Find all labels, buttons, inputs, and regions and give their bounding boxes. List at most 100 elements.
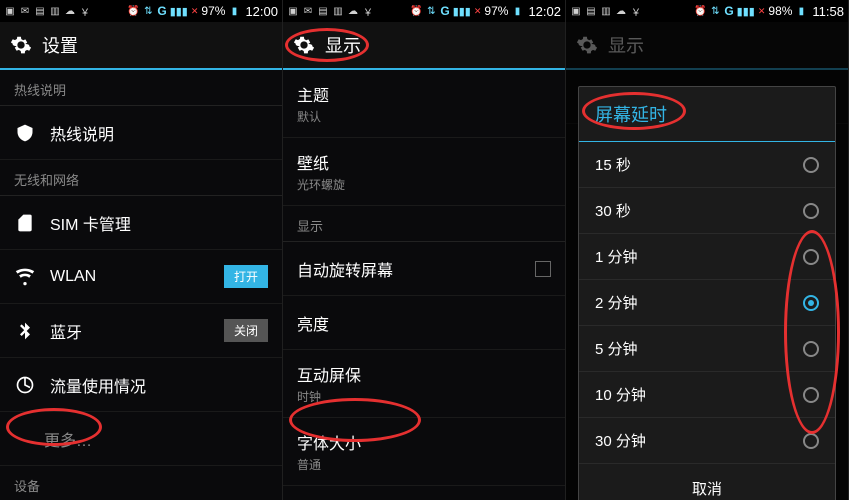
wifi-icon xyxy=(14,266,36,288)
alarm-icon: ⏰ xyxy=(127,5,139,17)
row-label: 互动屏保 xyxy=(297,362,551,386)
row-auto-rotate[interactable]: 自动旋转屏幕 xyxy=(283,242,565,296)
settings-gear-icon xyxy=(293,34,315,56)
title-bar: 显示 xyxy=(283,22,565,70)
cloud-icon: ☁ xyxy=(615,5,627,17)
row-sub: 光环螺旋 xyxy=(297,176,551,193)
row-sim[interactable]: SIM 卡管理 xyxy=(0,196,282,250)
yen-icon: ￥ xyxy=(362,5,374,17)
clock: 12:00 xyxy=(245,4,278,19)
wlan-toggle[interactable]: 打开 xyxy=(224,265,268,288)
clock: 11:58 xyxy=(812,4,844,19)
radio-icon xyxy=(803,433,819,449)
network-type: G xyxy=(440,4,449,18)
row-wallpaper[interactable]: 壁纸 光环螺旋 xyxy=(283,138,565,206)
option-2m[interactable]: 2 分钟 xyxy=(579,280,835,326)
option-30s[interactable]: 30 秒 xyxy=(579,188,835,234)
radio-icon xyxy=(803,341,819,357)
wechat-icon: ▣ xyxy=(4,5,16,17)
notif-icon: ▤ xyxy=(34,5,46,17)
row-sub: 默认 xyxy=(297,108,551,125)
signal-icon: ▮▮▮ xyxy=(170,5,188,18)
status-bar: ▣ ✉ ▤ ▥ ☁ ￥ ⏰ ⇅ G ▮▮▮ ✕ 97% ▮ 12:02 xyxy=(283,0,565,22)
bluetooth-icon xyxy=(14,320,36,342)
row-wlan[interactable]: WLAN 打开 xyxy=(0,250,282,304)
notif-icon: ▤ xyxy=(585,5,597,17)
timeout-dialog: 屏幕延时 15 秒 30 秒 1 分钟 2 分钟 5 分钟 10 分钟 30 分… xyxy=(578,86,836,500)
battery-percent: 97% xyxy=(201,4,225,18)
cancel-button[interactable]: 取消 xyxy=(579,464,835,500)
settings-gear-icon xyxy=(10,34,32,56)
page-title: 设置 xyxy=(42,32,78,58)
radio-icon xyxy=(803,295,819,311)
notif-icon-2: ▥ xyxy=(49,5,61,17)
row-label: 亮度 xyxy=(297,311,551,335)
wifi-status-icon: ⇅ xyxy=(709,5,721,17)
option-label: 2 分钟 xyxy=(595,292,638,313)
row-font-size[interactable]: 字体大小 普通 xyxy=(283,418,565,486)
row-label: 蓝牙 xyxy=(50,319,224,343)
row-label: 字体大小 xyxy=(297,430,551,454)
option-label: 30 分钟 xyxy=(595,430,646,451)
option-1m[interactable]: 1 分钟 xyxy=(579,234,835,280)
row-bluetooth[interactable]: 蓝牙 关闭 xyxy=(0,304,282,358)
row-label: 主题 xyxy=(297,82,551,106)
battery-percent: 97% xyxy=(484,4,508,18)
clock: 12:02 xyxy=(528,4,561,19)
battery-icon: ▮ xyxy=(795,5,807,17)
row-brightness[interactable]: 亮度 xyxy=(283,296,565,350)
yen-icon: ￥ xyxy=(630,5,642,17)
section-header-hotline: 热线说明 xyxy=(0,70,282,106)
signal-icon: ▮▮▮ xyxy=(453,5,471,18)
row-label: 流量使用情况 xyxy=(50,373,268,397)
title-bar: 设置 xyxy=(0,22,282,70)
screen-timeout-dialog: ▣ ▤ ▥ ☁ ￥ ⏰ ⇅ G ▮▮▮ ✕ 98% ▮ 11:58 显示 亮度 … xyxy=(566,0,849,500)
auto-rotate-checkbox[interactable] xyxy=(535,261,551,277)
row-screen-timeout[interactable]: 屏幕延时 无操作 2 分钟后 xyxy=(283,486,565,500)
wechat-icon: ▣ xyxy=(570,5,582,17)
status-bar: ▣ ▤ ▥ ☁ ￥ ⏰ ⇅ G ▮▮▮ ✕ 98% ▮ 11:58 xyxy=(566,0,848,22)
notif-icon-2: ▥ xyxy=(600,5,612,17)
option-15s[interactable]: 15 秒 xyxy=(579,142,835,188)
option-30m[interactable]: 30 分钟 xyxy=(579,418,835,464)
signal-x-icon: ✕ xyxy=(191,6,199,17)
signal-x-icon: ✕ xyxy=(758,6,766,17)
radio-icon xyxy=(803,157,819,173)
msg-icon: ✉ xyxy=(19,5,31,17)
row-data-usage[interactable]: 流量使用情况 xyxy=(0,358,282,412)
section-header-display: 显示 xyxy=(283,206,565,242)
bluetooth-toggle[interactable]: 关闭 xyxy=(224,319,268,342)
signal-x-icon: ✕ xyxy=(474,6,482,17)
alarm-icon: ⏰ xyxy=(410,5,422,17)
msg-icon: ✉ xyxy=(302,5,314,17)
data-usage-icon xyxy=(14,374,36,396)
network-type: G xyxy=(157,4,166,18)
cloud-icon: ☁ xyxy=(347,5,359,17)
page-title: 显示 xyxy=(325,32,361,58)
row-more[interactable]: 更多… xyxy=(0,412,282,466)
row-daydream[interactable]: 互动屏保 时钟 xyxy=(283,350,565,418)
option-10m[interactable]: 10 分钟 xyxy=(579,372,835,418)
alarm-icon: ⏰ xyxy=(694,5,706,17)
radio-icon xyxy=(803,203,819,219)
battery-icon: ▮ xyxy=(511,5,523,17)
radio-icon xyxy=(803,387,819,403)
sim-icon xyxy=(14,212,36,234)
notif-icon-2: ▥ xyxy=(332,5,344,17)
option-label: 30 秒 xyxy=(595,200,631,221)
notif-icon: ▤ xyxy=(317,5,329,17)
radio-icon xyxy=(803,249,819,265)
dialog-title: 屏幕延时 xyxy=(579,87,835,142)
screen-display: ▣ ✉ ▤ ▥ ☁ ￥ ⏰ ⇅ G ▮▮▮ ✕ 97% ▮ 12:02 显示 主… xyxy=(283,0,566,500)
wechat-icon: ▣ xyxy=(287,5,299,17)
cloud-icon: ☁ xyxy=(64,5,76,17)
yen-icon: ￥ xyxy=(79,5,91,17)
status-bar: ▣ ✉ ▤ ▥ ☁ ￥ ⏰ ⇅ G ▮▮▮ ✕ 97% ▮ 12:00 xyxy=(0,0,282,22)
option-label: 1 分钟 xyxy=(595,246,638,267)
row-theme[interactable]: 主题 默认 xyxy=(283,70,565,138)
row-hotline[interactable]: 热线说明 xyxy=(0,106,282,160)
wifi-status-icon: ⇅ xyxy=(142,5,154,17)
option-5m[interactable]: 5 分钟 xyxy=(579,326,835,372)
section-header-wireless: 无线和网络 xyxy=(0,160,282,196)
page-title-bg: 显示 xyxy=(608,32,644,58)
